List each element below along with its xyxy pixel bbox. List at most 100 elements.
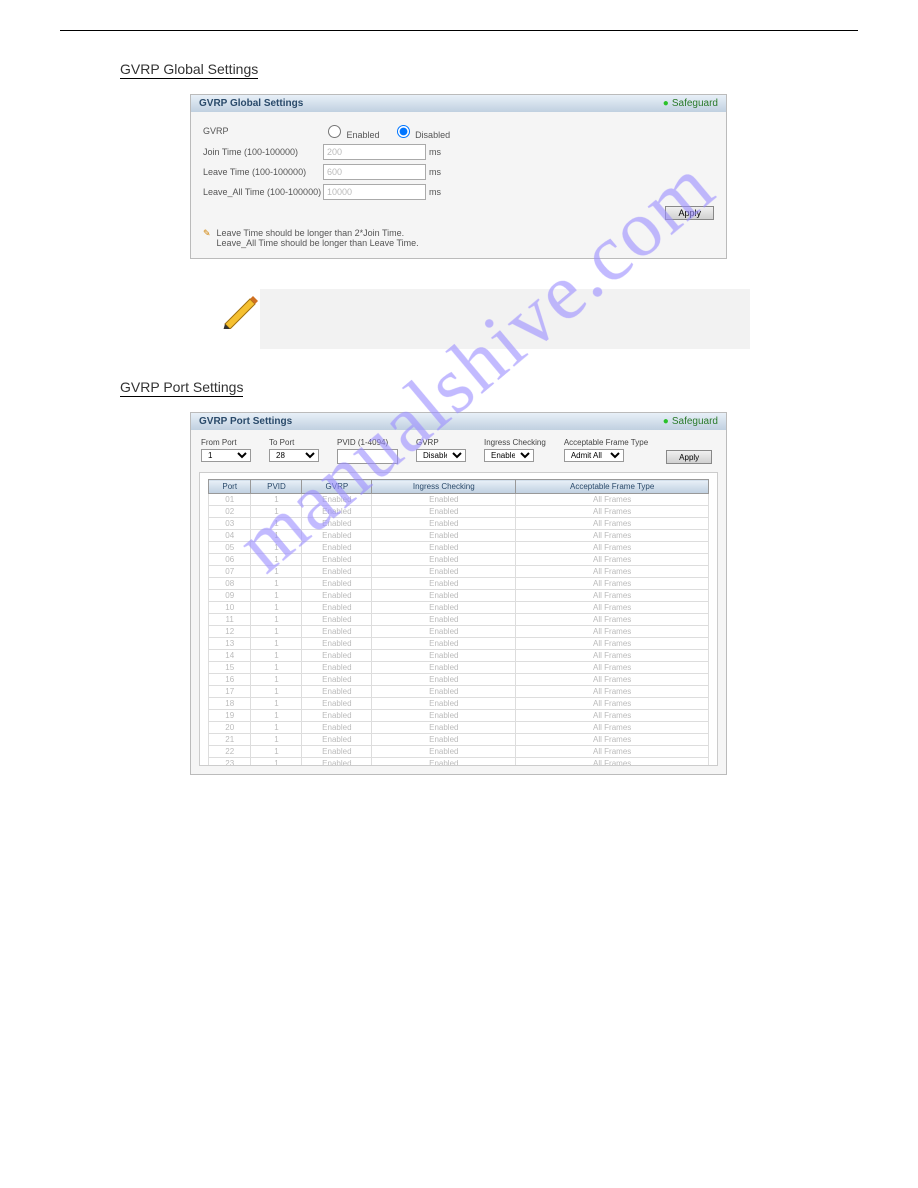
enabled-radio[interactable]: Enabled — [323, 122, 380, 140]
table-cell: Enabled — [372, 674, 516, 686]
table-cell: 1 — [251, 506, 302, 518]
apply-button-1[interactable]: Apply — [665, 206, 714, 220]
join-input[interactable] — [323, 144, 426, 160]
table-cell: Enabled — [302, 602, 372, 614]
radio-enabled[interactable] — [328, 125, 341, 138]
table-row: 101EnabledEnabledAll Frames — [209, 602, 709, 614]
table-cell: Enabled — [302, 554, 372, 566]
table-header: Port — [209, 480, 251, 494]
acceptable-select[interactable]: Admit All — [564, 449, 624, 462]
table-cell: 1 — [251, 590, 302, 602]
table-cell: 1 — [251, 614, 302, 626]
table-cell: Enabled — [372, 722, 516, 734]
gvrp-port-panel: GVRP Port Settings Safeguard From Port 1… — [190, 412, 727, 775]
table-cell: Enabled — [372, 590, 516, 602]
to-port-select[interactable]: 28 — [269, 449, 319, 462]
from-port-select[interactable]: 1 — [201, 449, 251, 462]
table-cell: Enabled — [302, 650, 372, 662]
table-cell: All Frames — [516, 746, 709, 758]
table-cell: Enabled — [372, 746, 516, 758]
gvrp-global-panel: GVRP Global Settings Safeguard GVRP Enab… — [190, 94, 727, 259]
port-table-wrap[interactable]: PortPVIDGVRPIngress CheckingAcceptable F… — [199, 472, 718, 766]
table-cell: Enabled — [372, 734, 516, 746]
table-cell: 23 — [209, 758, 251, 767]
table-cell: Enabled — [372, 758, 516, 767]
table-cell: Enabled — [302, 506, 372, 518]
leaveall-label: Leave_All Time (100-100000) — [203, 187, 323, 197]
table-cell: 1 — [251, 698, 302, 710]
apply-button-2[interactable]: Apply — [666, 450, 712, 464]
ingress-select[interactable]: Enabled — [484, 449, 534, 462]
table-header: GVRP — [302, 480, 372, 494]
table-cell: 19 — [209, 710, 251, 722]
table-cell: 13 — [209, 638, 251, 650]
pvid-input[interactable] — [337, 449, 398, 464]
pencil-note-box — [260, 289, 750, 349]
acceptable-label: Acceptable Frame Type — [564, 438, 648, 447]
table-cell: 1 — [251, 710, 302, 722]
table-cell: 11 — [209, 614, 251, 626]
pencil-icon — [220, 289, 260, 329]
table-cell: 15 — [209, 662, 251, 674]
table-cell: All Frames — [516, 566, 709, 578]
table-row: 081EnabledEnabledAll Frames — [209, 578, 709, 590]
table-row: 211EnabledEnabledAll Frames — [209, 734, 709, 746]
table-cell: 10 — [209, 602, 251, 614]
table-row: 141EnabledEnabledAll Frames — [209, 650, 709, 662]
table-cell: All Frames — [516, 554, 709, 566]
leaveall-input[interactable] — [323, 184, 426, 200]
table-row: 011EnabledEnabledAll Frames — [209, 494, 709, 506]
safeguard-label: Safeguard — [663, 98, 718, 109]
table-cell: 1 — [251, 530, 302, 542]
table-cell: All Frames — [516, 758, 709, 767]
radio-disabled[interactable] — [397, 125, 410, 138]
table-row: 131EnabledEnabledAll Frames — [209, 638, 709, 650]
table-row: 191EnabledEnabledAll Frames — [209, 710, 709, 722]
table-cell: Enabled — [372, 662, 516, 674]
table-row: 061EnabledEnabledAll Frames — [209, 554, 709, 566]
table-cell: 05 — [209, 542, 251, 554]
table-row: 021EnabledEnabledAll Frames — [209, 506, 709, 518]
table-cell: Enabled — [372, 686, 516, 698]
panel2-title: GVRP Port Settings — [199, 416, 292, 427]
port-table: PortPVIDGVRPIngress CheckingAcceptable F… — [208, 479, 709, 766]
table-cell: 1 — [251, 626, 302, 638]
table-row: 231EnabledEnabledAll Frames — [209, 758, 709, 767]
panel1-titlebar: GVRP Global Settings Safeguard — [191, 95, 726, 112]
table-cell: 1 — [251, 602, 302, 614]
disabled-text: Disabled — [415, 130, 450, 140]
table-cell: 1 — [251, 578, 302, 590]
table-cell: 1 — [251, 722, 302, 734]
leave-input[interactable] — [323, 164, 426, 180]
panel2-titlebar: GVRP Port Settings Safeguard — [191, 413, 726, 430]
table-cell: Enabled — [302, 590, 372, 602]
table-cell: All Frames — [516, 662, 709, 674]
table-cell: 1 — [251, 662, 302, 674]
table-cell: 17 — [209, 686, 251, 698]
table-cell: All Frames — [516, 650, 709, 662]
section2-header: GVRP Port Settings — [120, 379, 243, 397]
note1: Leave Time should be longer than 2*Join … — [217, 228, 419, 238]
table-cell: Enabled — [302, 566, 372, 578]
table-cell: All Frames — [516, 590, 709, 602]
table-cell: Enabled — [372, 638, 516, 650]
table-cell: All Frames — [516, 614, 709, 626]
table-cell: Enabled — [372, 494, 516, 506]
table-cell: All Frames — [516, 506, 709, 518]
table-cell: Enabled — [302, 758, 372, 767]
table-cell: 21 — [209, 734, 251, 746]
table-cell: 09 — [209, 590, 251, 602]
table-row: 111EnabledEnabledAll Frames — [209, 614, 709, 626]
disabled-radio[interactable]: Disabled — [392, 122, 451, 140]
table-cell: All Frames — [516, 626, 709, 638]
table-row: 071EnabledEnabledAll Frames — [209, 566, 709, 578]
table-cell: All Frames — [516, 602, 709, 614]
ingress-label: Ingress Checking — [484, 438, 546, 447]
table-cell: All Frames — [516, 674, 709, 686]
table-cell: All Frames — [516, 494, 709, 506]
table-cell: 16 — [209, 674, 251, 686]
table-cell: Enabled — [372, 710, 516, 722]
table-row: 121EnabledEnabledAll Frames — [209, 626, 709, 638]
gvrp-select[interactable]: Disabled — [416, 449, 466, 462]
pvid-label: PVID (1-4094) — [337, 438, 398, 447]
